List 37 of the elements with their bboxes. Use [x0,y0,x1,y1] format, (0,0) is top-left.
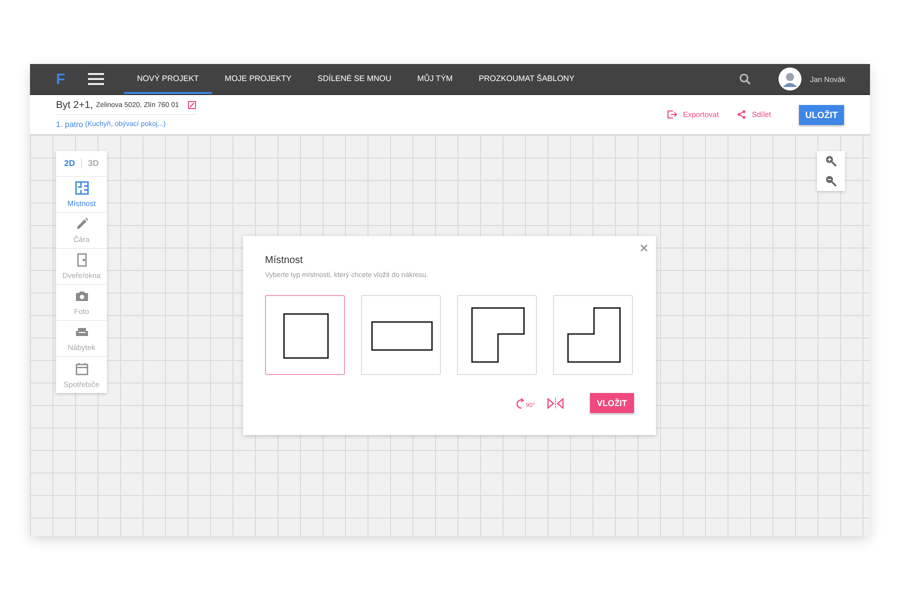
close-icon[interactable] [640,244,648,252]
logo[interactable]: F [56,70,78,88]
pencil-icon [74,217,88,231]
room-outline-icon [371,321,433,351]
nav-tab[interactable]: PROZKOUMAT ŠABLONY [466,64,588,94]
avatar-icon[interactable] [778,67,802,91]
room-outline-icon [283,313,329,359]
room-shape-option[interactable] [361,295,441,375]
mirror-icon[interactable] [547,398,564,408]
search-icon[interactable] [739,73,751,85]
floor-link[interactable]: 1. patro [56,120,84,130]
edit-icon[interactable] [188,101,196,109]
nav-tab[interactable]: SDÍLENÉ SE MNOU [304,64,404,94]
room-shape-option[interactable] [265,295,345,375]
sofa-icon [74,325,88,339]
view-mode-tab[interactable]: 2D [58,158,82,168]
nav-tab[interactable]: MŮJ TÝM [404,64,466,94]
zoom-out-icon[interactable] [825,175,837,187]
room-shape-option[interactable] [553,295,633,375]
door-icon [74,253,88,267]
menu-icon[interactable] [88,73,104,85]
save-button[interactable]: ULOŽIT [799,104,844,124]
nav-tab[interactable]: MOJE PROJEKTY [212,64,304,94]
room-outline-icon [471,307,525,363]
floor-plan-icon [74,181,88,195]
room-outline-icon [567,307,621,363]
share-icon [736,110,746,119]
camera-icon [74,289,88,303]
dialog-title: Místnost [265,255,304,266]
appliance-icon [74,362,88,376]
view-mode-tab[interactable]: 3D [82,158,105,168]
room-shape-option[interactable] [457,295,537,375]
insert-button[interactable]: VLOŽIT [590,393,634,413]
project-title: Byt 2+1, [56,100,93,110]
rotate-icon [516,398,526,408]
zoom-in-icon[interactable] [825,155,837,167]
export-icon [666,110,677,119]
